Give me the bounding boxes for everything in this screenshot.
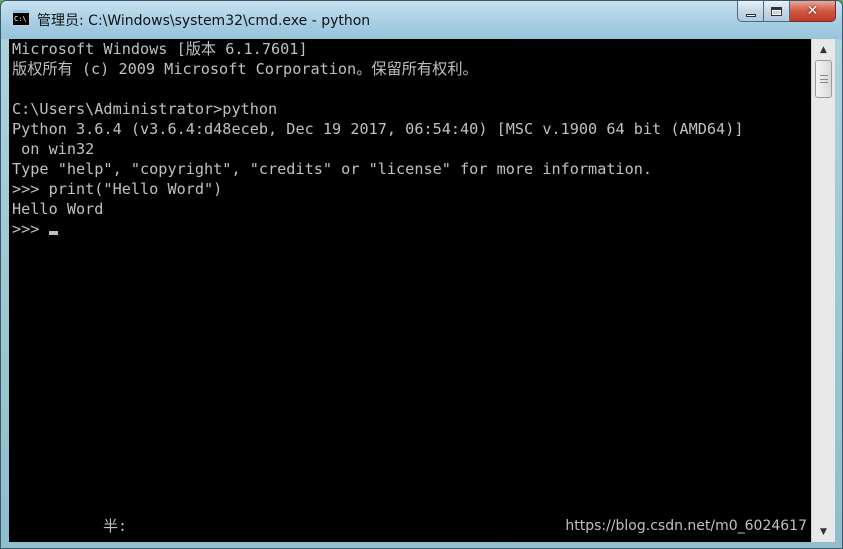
maximize-icon xyxy=(771,6,782,16)
console-line: Microsoft Windows [版本 6.1.7601] xyxy=(12,40,308,58)
cmd-window: C:\ 管理员: C:\Windows\system32\cmd.exe - p… xyxy=(0,0,843,549)
scroll-up-arrow-icon[interactable]: ▲ xyxy=(814,41,833,58)
grip-icon xyxy=(820,75,828,83)
console-line: Type "help", "copyright", "credits" or "… xyxy=(12,160,653,178)
title-bar[interactable]: C:\ 管理员: C:\Windows\system32\cmd.exe - p… xyxy=(1,1,842,39)
caption-buttons: ✕ xyxy=(737,1,836,23)
window-title: 管理员: C:\Windows\system32\cmd.exe - pytho… xyxy=(37,13,371,29)
console-line: C:\Users\Administrator>python xyxy=(12,100,278,118)
vertical-scrollbar[interactable]: ▲ ▼ xyxy=(811,39,835,542)
console-output[interactable]: Microsoft Windows [版本 6.1.7601] 版权所有 (c)… xyxy=(9,39,811,542)
console-line: 版权所有 (c) 2009 Microsoft Corporation。保留所有… xyxy=(12,60,478,78)
maximize-button[interactable] xyxy=(764,1,790,22)
minimize-icon xyxy=(745,13,756,17)
console-prompt-line[interactable]: >>> xyxy=(12,219,811,239)
console-line: Hello Word xyxy=(12,200,104,218)
text-cursor xyxy=(48,231,58,235)
cmd-icon-label: C:\ xyxy=(14,15,27,23)
cmd-icon[interactable]: C:\ xyxy=(12,10,30,26)
console-line: on win32 xyxy=(12,140,95,158)
scroll-down-arrow-icon[interactable]: ▼ xyxy=(814,523,833,540)
watermark: https://blog.csdn.net/m0_6024617 xyxy=(565,518,807,534)
python-prompt: >>> xyxy=(12,220,49,238)
ime-status: 半: xyxy=(103,517,128,535)
scroll-thumb[interactable] xyxy=(815,60,832,98)
close-icon: ✕ xyxy=(806,3,819,19)
minimize-button[interactable] xyxy=(737,1,764,22)
console-line: >>> print("Hello Word") xyxy=(12,180,223,198)
console-line: Python 3.6.4 (v3.6.4:d48eceb, Dec 19 201… xyxy=(12,120,744,138)
close-button[interactable]: ✕ xyxy=(790,1,836,22)
